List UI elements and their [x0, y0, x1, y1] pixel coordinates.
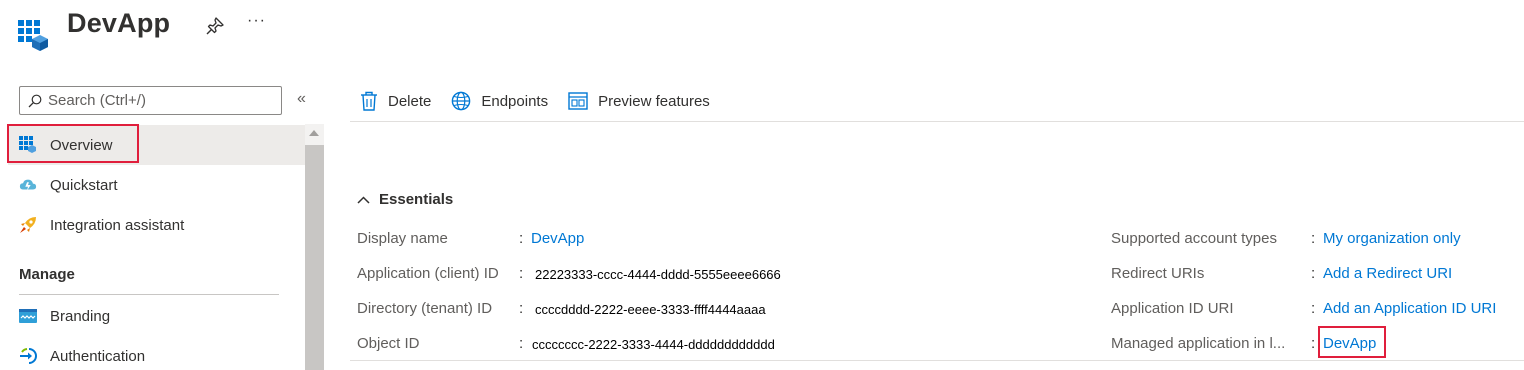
- pin-icon[interactable]: [205, 16, 225, 36]
- app-registration-icon: [18, 20, 48, 51]
- preview-features-button[interactable]: Preview features: [568, 92, 710, 110]
- preview-features-icon: [568, 92, 588, 110]
- delete-label: Delete: [388, 92, 432, 110]
- endpoints-button[interactable]: Endpoints: [451, 91, 548, 111]
- directory-tenant-id-label: Directory (tenant) ID: [357, 300, 493, 317]
- rocket-icon: [19, 216, 37, 234]
- sidebar-scrollbar-thumb[interactable]: [305, 145, 324, 370]
- managed-application-label: Managed application in l...: [1111, 335, 1286, 352]
- application-client-id-value: 22223333-cccc-4444-dddd-5555eeee6666: [535, 267, 781, 282]
- colon-separator: :: [519, 300, 524, 317]
- directory-tenant-id-value: ccccdddd-2222-eeee-3333-ffff4444aaaa: [535, 302, 766, 317]
- sidebar-item-label: Authentication: [50, 347, 146, 365]
- sidebar-item-integration-assistant[interactable]: Integration assistant: [8, 205, 305, 245]
- colon-separator: :: [519, 265, 524, 282]
- search-box[interactable]: [19, 86, 282, 115]
- authentication-icon: [19, 347, 37, 365]
- display-name-label: Display name: [357, 230, 448, 247]
- object-id-value: cccccccc-2222-3333-4444-dddddddddddd: [532, 337, 775, 352]
- endpoints-label: Endpoints: [481, 92, 549, 110]
- sidebar-item-branding[interactable]: Branding: [8, 296, 305, 336]
- section-heading-manage: Manage: [19, 266, 75, 283]
- redirect-uris-label: Redirect URIs: [1111, 265, 1205, 282]
- essentials-heading: Essentials: [379, 191, 454, 208]
- sidebar-item-quickstart[interactable]: Quickstart: [8, 165, 305, 205]
- toolbar-divider: [350, 121, 1524, 122]
- globe-icon: [452, 91, 471, 111]
- essentials-divider: [350, 360, 1524, 361]
- managed-application-highlight-box: [1318, 326, 1386, 358]
- scroll-up-arrow-icon[interactable]: [309, 130, 319, 136]
- sidebar-item-label: Branding: [50, 307, 111, 325]
- supported-account-types-label: Supported account types: [1111, 230, 1277, 247]
- section-divider: [19, 294, 279, 295]
- command-bar: Delete Endpoints Preview features: [360, 87, 730, 115]
- delete-button[interactable]: Delete: [360, 91, 431, 111]
- supported-account-types-link[interactable]: My organization only: [1323, 230, 1461, 247]
- colon-separator: :: [1311, 335, 1316, 352]
- search-icon: [28, 94, 42, 107]
- colon-separator: :: [1311, 265, 1316, 282]
- sidebar-item-label: Quickstart: [50, 176, 118, 194]
- collapse-sidebar-button[interactable]: «: [297, 90, 306, 108]
- sidebar-item-authentication[interactable]: Authentication: [8, 336, 305, 370]
- trash-icon: [361, 91, 377, 111]
- object-id-label: Object ID: [357, 335, 420, 352]
- application-client-id-label: Application (client) ID: [357, 265, 499, 282]
- chevron-up-icon: [357, 195, 370, 204]
- preview-features-label: Preview features: [598, 92, 710, 110]
- more-options-button[interactable]: ···: [247, 12, 266, 30]
- colon-separator: :: [1311, 300, 1316, 317]
- add-redirect-uri-link[interactable]: Add a Redirect URI: [1323, 265, 1452, 282]
- cloud-icon: [19, 176, 37, 194]
- page-title: DevApp: [67, 8, 171, 38]
- sidebar-item-label: Integration assistant: [50, 216, 185, 234]
- colon-separator: :: [519, 335, 524, 352]
- search-input[interactable]: [48, 92, 268, 109]
- overview-highlight-box: [7, 124, 139, 163]
- application-id-uri-label: Application ID URI: [1111, 300, 1234, 317]
- essentials-toggle[interactable]: Essentials: [357, 191, 453, 208]
- colon-separator: :: [519, 230, 524, 247]
- add-application-id-uri-link[interactable]: Add an Application ID URI: [1323, 300, 1496, 317]
- branding-icon: [19, 307, 37, 325]
- display-name-link[interactable]: DevApp: [531, 230, 584, 247]
- colon-separator: :: [1311, 230, 1316, 247]
